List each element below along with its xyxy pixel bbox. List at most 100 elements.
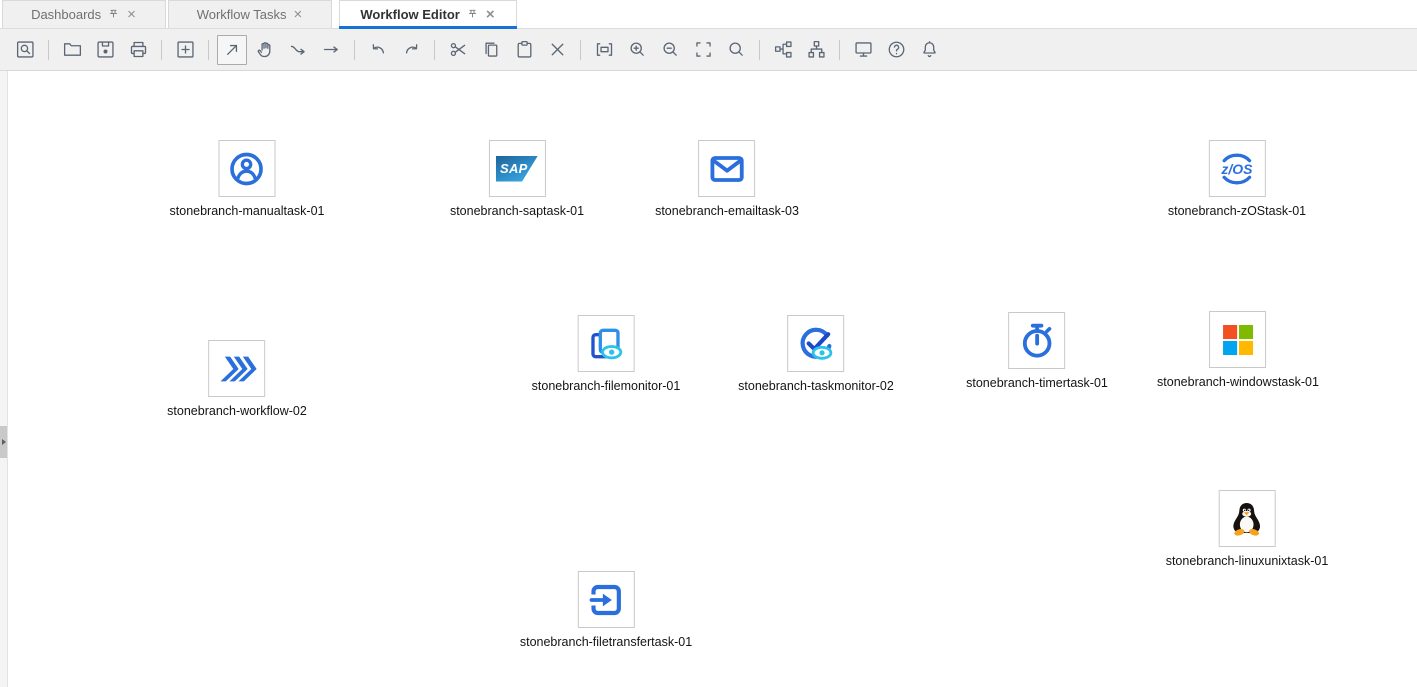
workflow-node-filetransfertask-01[interactable]: stonebranch-filetransfertask-01: [520, 571, 692, 649]
file-transfer-icon: [586, 580, 626, 620]
open-icon: [62, 39, 83, 60]
layout-horizontal-button[interactable]: [768, 35, 798, 65]
toolbar-separator: [839, 40, 840, 60]
workflow-node-linuxunixtask-01[interactable]: stonebranch-linuxunixtask-01: [1166, 490, 1329, 568]
windows-icon: [1218, 320, 1258, 360]
toolbar-separator: [759, 40, 760, 60]
workflow-canvas[interactable]: stonebranch-manualtask-01 SAP stonebranch-…: [0, 71, 1417, 687]
fit-to-width-button[interactable]: [589, 35, 619, 65]
connector-elbow-button[interactable]: [283, 35, 313, 65]
workflow-node-workflow-02[interactable]: stonebranch-workflow-02: [167, 340, 307, 418]
save-icon: [95, 39, 116, 60]
node-box[interactable]: [787, 315, 844, 372]
tab-close-icon[interactable]: ×: [126, 7, 137, 22]
node-box[interactable]: [577, 315, 634, 372]
timer-icon: [1017, 321, 1057, 361]
zoom-button[interactable]: [721, 35, 751, 65]
node-label: stonebranch-filemonitor-01: [532, 379, 681, 393]
undo-button[interactable]: [363, 35, 393, 65]
cut-button[interactable]: [443, 35, 473, 65]
tab-close-icon[interactable]: ×: [485, 7, 496, 22]
workflow-node-filemonitor-01[interactable]: stonebranch-filemonitor-01: [532, 315, 681, 393]
panel-splitter[interactable]: [0, 71, 8, 687]
node-label: stonebranch-windowstask-01: [1157, 375, 1319, 389]
node-box[interactable]: [209, 340, 266, 397]
pin-icon[interactable]: [466, 8, 479, 21]
task-monitor-icon: [796, 324, 836, 364]
display-icon: [853, 39, 874, 60]
copy-button[interactable]: [476, 35, 506, 65]
pin-icon[interactable]: [107, 8, 120, 21]
paste-button[interactable]: [509, 35, 539, 65]
editor-toolbar: [0, 29, 1417, 71]
tab-bar: Dashboards×Workflow Tasks×Workflow Edito…: [0, 0, 1417, 29]
fit-selection-button[interactable]: [688, 35, 718, 65]
node-box[interactable]: [578, 571, 635, 628]
workflow-node-windowstask-01[interactable]: stonebranch-windowstask-01: [1157, 311, 1319, 389]
layout-vertical-button[interactable]: [801, 35, 831, 65]
print-icon: [128, 39, 149, 60]
node-label: stonebranch-manualtask-01: [170, 204, 325, 218]
node-box[interactable]: [1008, 312, 1065, 369]
workflow-node-taskmonitor-02[interactable]: stonebranch-taskmonitor-02: [738, 315, 894, 393]
add-button[interactable]: [170, 35, 200, 65]
workflow-node-manualtask-01[interactable]: stonebranch-manualtask-01: [170, 140, 325, 218]
zoom-out-button[interactable]: [655, 35, 685, 65]
connector-elbow-icon: [288, 39, 309, 60]
node-label: stonebranch-timertask-01: [966, 376, 1108, 390]
zoom-icon: [726, 39, 747, 60]
zoom-in-button[interactable]: [622, 35, 652, 65]
zoom-out-icon: [660, 39, 681, 60]
splitter-expand-handle[interactable]: [0, 426, 7, 458]
chevron-right-icon: [2, 439, 6, 445]
display-button[interactable]: [848, 35, 878, 65]
notifications-button[interactable]: [914, 35, 944, 65]
manual-task-icon: [227, 149, 267, 189]
delete-button[interactable]: [542, 35, 572, 65]
sap-icon: SAP: [496, 156, 538, 182]
workflow-node-timertask-01[interactable]: stonebranch-timertask-01: [966, 312, 1108, 390]
help-button[interactable]: [881, 35, 911, 65]
pan-icon: [255, 39, 276, 60]
workflow-icon: [217, 349, 257, 389]
file-monitor-icon: [586, 324, 626, 364]
connector-straight-button[interactable]: [316, 35, 346, 65]
node-box[interactable]: [218, 140, 275, 197]
open-button[interactable]: [57, 35, 87, 65]
node-label: stonebranch-zOStask-01: [1168, 204, 1306, 218]
tab-workflow-editor[interactable]: Workflow Editor×: [339, 0, 517, 28]
email-icon: [707, 149, 747, 189]
select-button[interactable]: [217, 35, 247, 65]
node-box[interactable]: [698, 140, 755, 197]
node-label: stonebranch-taskmonitor-02: [738, 379, 894, 393]
notifications-icon: [919, 39, 940, 60]
workflow-node-saptask-01[interactable]: SAP stonebranch-saptask-01: [450, 140, 584, 218]
toolbar-separator: [208, 40, 209, 60]
workflow-node-emailtask-03[interactable]: stonebranch-emailtask-03: [655, 140, 799, 218]
save-button[interactable]: [90, 35, 120, 65]
pan-button[interactable]: [250, 35, 280, 65]
tab-label: Dashboards: [31, 7, 101, 22]
fit-to-width-icon: [594, 39, 615, 60]
tab-dashboards[interactable]: Dashboards ×: [2, 0, 166, 28]
node-box[interactable]: [1209, 311, 1266, 368]
toolbar-separator: [48, 40, 49, 60]
redo-button[interactable]: [396, 35, 426, 65]
node-label: stonebranch-saptask-01: [450, 204, 584, 218]
tab-workflow-tasks[interactable]: Workflow Tasks×: [168, 0, 332, 28]
toolbar-separator: [354, 40, 355, 60]
node-label: stonebranch-filetransfertask-01: [520, 635, 692, 649]
overview-button[interactable]: [10, 35, 40, 65]
print-button[interactable]: [123, 35, 153, 65]
node-label: stonebranch-linuxunixtask-01: [1166, 554, 1329, 568]
node-box[interactable]: [1219, 490, 1276, 547]
node-box[interactable]: z/OS: [1208, 140, 1265, 197]
layout-horizontal-icon: [773, 39, 794, 60]
zoom-in-icon: [627, 39, 648, 60]
overview-icon: [15, 39, 36, 60]
node-box[interactable]: SAP: [488, 140, 545, 197]
tab-close-icon[interactable]: ×: [293, 7, 304, 22]
connector-straight-icon: [321, 39, 342, 60]
layout-vertical-icon: [806, 39, 827, 60]
workflow-node-zOStask-01[interactable]: z/OS stonebranch-zOStask-01: [1168, 140, 1306, 218]
